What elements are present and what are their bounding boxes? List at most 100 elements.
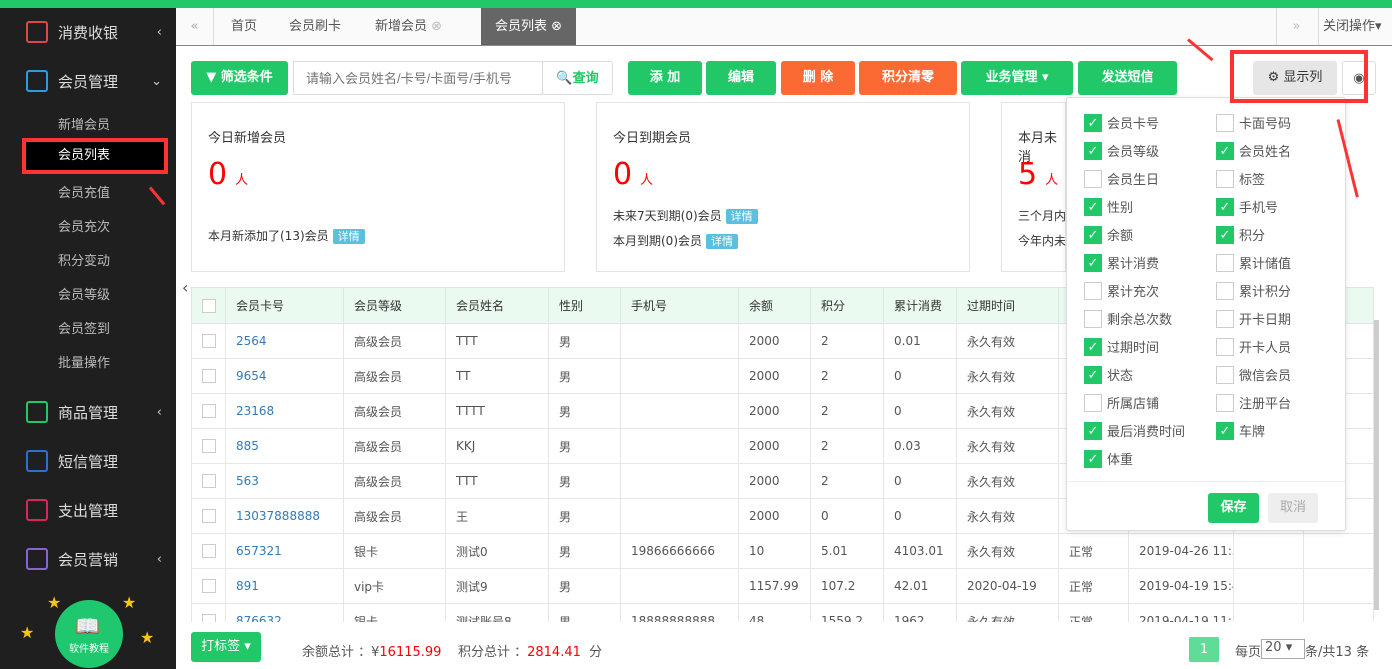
cell[interactable]: 13037888888 [225, 498, 344, 534]
page-1-button[interactable]: 1 [1189, 637, 1219, 662]
column-option[interactable]: ✓ 会员卡号 [1084, 113, 1159, 132]
cell[interactable]: 885 [225, 428, 344, 464]
card-number-link[interactable]: 23168 [236, 404, 274, 418]
card-number-link[interactable]: 9654 [236, 369, 267, 383]
column-header[interactable]: 过期时间 [956, 287, 1059, 324]
column-option[interactable]: 标签 [1216, 169, 1265, 188]
cell[interactable]: 2564 [225, 323, 344, 359]
column-option[interactable]: ✓ 最后消费时间 [1084, 421, 1185, 440]
row-checkbox[interactable] [191, 323, 226, 359]
column-option[interactable]: ✓ 状态 [1084, 365, 1133, 384]
select-all-checkbox[interactable] [191, 287, 226, 324]
row-checkbox[interactable] [191, 463, 226, 499]
checkbox[interactable]: ✓ [1216, 421, 1234, 440]
cancel-columns-button[interactable]: 取消 [1268, 493, 1318, 523]
checkbox[interactable] [1084, 281, 1102, 300]
column-option[interactable]: ✓ 累计消费 [1084, 253, 1159, 272]
column-option[interactable]: ✓ 性别 [1084, 197, 1133, 216]
checkbox[interactable] [1216, 253, 1234, 272]
row-checkbox[interactable] [191, 568, 226, 604]
column-option[interactable]: ✓ 会员等级 [1084, 141, 1159, 160]
card-number-link[interactable]: 563 [236, 474, 259, 488]
table-row[interactable]: 891 vip卡 测试9 男 1157.99 107.2 42.01 2020-04-19 正常… [191, 568, 1374, 604]
checkbox[interactable]: ✓ [1084, 113, 1102, 132]
column-option[interactable]: 累计储值 [1216, 253, 1291, 272]
row-checkbox[interactable] [191, 498, 226, 534]
cell[interactable]: 657321 [225, 533, 344, 569]
column-option[interactable]: 开卡人员 [1216, 337, 1291, 356]
table-row[interactable]: 657321 银卡 测试0 男 19866666666 10 5.01 4103.01 永久有效… [191, 533, 1374, 569]
row-checkbox[interactable] [191, 358, 226, 394]
column-option[interactable]: 所属店铺 [1084, 393, 1159, 412]
column-option[interactable]: ✓ 手机号 [1216, 197, 1278, 216]
row-checkbox[interactable] [191, 603, 226, 622]
column-header[interactable]: 会员卡号 [225, 287, 344, 324]
tag-button[interactable]: 打标签 ▾ [191, 632, 261, 662]
checkbox[interactable]: ✓ [1216, 225, 1234, 244]
checkbox[interactable]: ✓ [1084, 337, 1102, 356]
checkbox[interactable]: ✓ [1084, 197, 1102, 216]
card-number-link[interactable]: 13037888888 [236, 509, 320, 523]
row-checkbox[interactable] [191, 393, 226, 429]
cell[interactable]: 9654 [225, 358, 344, 394]
cell[interactable]: 891 [225, 568, 344, 604]
checkbox[interactable] [1084, 309, 1102, 328]
checkbox[interactable] [1216, 337, 1234, 356]
checkbox[interactable] [1216, 281, 1234, 300]
checkbox[interactable] [1216, 113, 1234, 132]
per-page-select[interactable]: 20 ▾ [1261, 639, 1306, 659]
checkbox[interactable] [1084, 393, 1102, 412]
column-option[interactable]: 注册平台 [1216, 393, 1291, 412]
checkbox[interactable]: ✓ [1084, 449, 1102, 468]
column-option[interactable]: ✓ 体重 [1084, 449, 1133, 468]
checkbox[interactable] [1216, 365, 1234, 384]
cell[interactable]: 23168 [225, 393, 344, 429]
checkbox[interactable]: ✓ [1216, 141, 1234, 160]
checkbox[interactable] [1216, 393, 1234, 412]
column-header[interactable]: 会员等级 [343, 287, 446, 324]
row-checkbox[interactable] [191, 533, 226, 569]
column-header[interactable]: 余额 [738, 287, 811, 324]
cell: 高级会员 [343, 498, 446, 534]
column-header[interactable]: 手机号 [620, 287, 739, 324]
column-header[interactable]: 会员姓名 [445, 287, 549, 324]
checkbox[interactable]: ✓ [1084, 253, 1102, 272]
column-header[interactable]: 积分 [810, 287, 884, 324]
column-option[interactable]: ✓ 车牌 [1216, 421, 1265, 440]
scrollbar[interactable] [1374, 320, 1379, 610]
column-option[interactable]: 卡面号码 [1216, 113, 1291, 132]
card-number-link[interactable]: 885 [236, 439, 259, 453]
column-option[interactable]: ✓ 积分 [1216, 225, 1265, 244]
column-option[interactable]: ✓ 会员姓名 [1216, 141, 1291, 160]
column-header[interactable]: 累计消费 [883, 287, 957, 324]
cell[interactable]: 563 [225, 463, 344, 499]
checkbox[interactable]: ✓ [1084, 141, 1102, 160]
table-row[interactable]: 876632 银卡 测试账号8 男 18888888888 48 1559.2 1962 永久有… [191, 603, 1374, 622]
column-option[interactable]: ✓ 过期时间 [1084, 337, 1159, 356]
column-option[interactable]: 会员生日 [1084, 169, 1159, 188]
column-option[interactable]: 开卡日期 [1216, 309, 1291, 328]
checkbox[interactable]: ✓ [1084, 365, 1102, 384]
column-option[interactable]: 剩余总次数 [1084, 309, 1172, 328]
column-option[interactable]: 累计充次 [1084, 281, 1159, 300]
checkbox[interactable] [1084, 169, 1102, 188]
checkbox[interactable]: ✓ [1084, 421, 1102, 440]
column-option[interactable]: 累计积分 [1216, 281, 1291, 300]
checkbox[interactable]: ✓ [1216, 197, 1234, 216]
cell: 永久有效 [956, 358, 1059, 394]
save-columns-button[interactable]: 保存 [1208, 493, 1259, 523]
checkbox[interactable]: ✓ [1084, 225, 1102, 244]
row-checkbox[interactable] [191, 428, 226, 464]
cell: 0 [883, 463, 957, 499]
checkbox[interactable] [1216, 309, 1234, 328]
column-header[interactable]: 性别 [548, 287, 621, 324]
checkbox[interactable] [1216, 169, 1234, 188]
column-option[interactable]: ✓ 余额 [1084, 225, 1133, 244]
column-option-label: 累计积分 [1239, 285, 1292, 300]
column-option[interactable]: 微信会员 [1216, 365, 1291, 384]
card-number-link[interactable]: 891 [236, 579, 259, 593]
card-number-link[interactable]: 657321 [236, 544, 282, 558]
card-number-link[interactable]: 876632 [236, 614, 282, 622]
card-number-link[interactable]: 2564 [236, 334, 267, 348]
cell[interactable]: 876632 [225, 603, 344, 622]
